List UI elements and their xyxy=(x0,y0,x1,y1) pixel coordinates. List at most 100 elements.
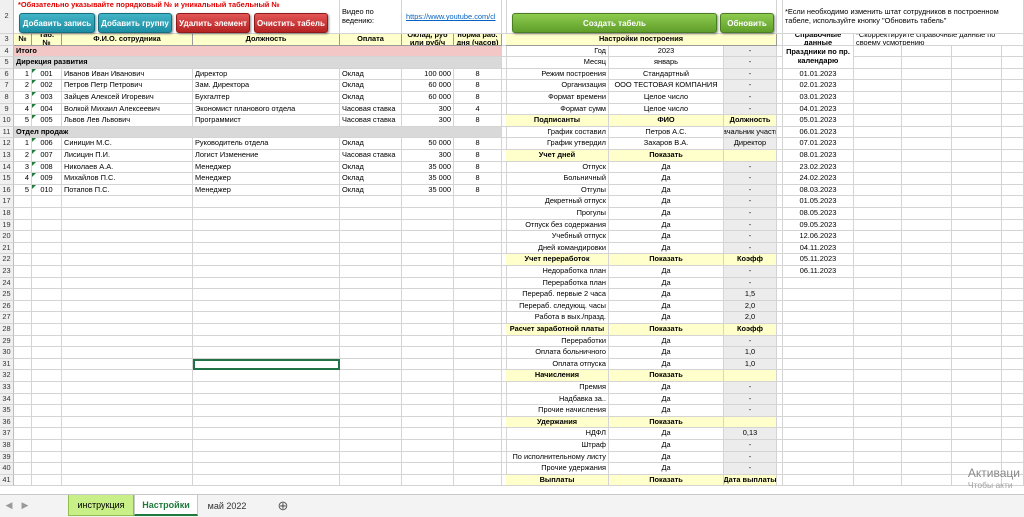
cell[interactable] xyxy=(952,219,1002,232)
cell[interactable] xyxy=(454,300,502,313)
cell[interactable] xyxy=(32,324,62,336)
cell[interactable] xyxy=(193,474,340,487)
cell[interactable] xyxy=(193,405,340,417)
cell[interactable] xyxy=(902,103,952,116)
cell[interactable] xyxy=(854,335,902,348)
cell[interactable] xyxy=(902,184,952,197)
employee-position-cell[interactable]: Руководитель отдела xyxy=(193,138,340,150)
cell[interactable] xyxy=(783,358,854,371)
cell[interactable] xyxy=(340,277,402,290)
tab-instruction[interactable]: инструкция xyxy=(68,495,134,516)
settings-extra-field[interactable]: 2,0 xyxy=(724,300,777,313)
cell[interactable] xyxy=(783,428,854,440)
cell[interactable] xyxy=(340,428,402,440)
cell[interactable] xyxy=(1002,440,1024,452)
cell[interactable] xyxy=(1002,289,1024,301)
employee-salary-cell[interactable]: 35 000 xyxy=(402,173,454,185)
cell[interactable] xyxy=(32,277,62,290)
employee-norm-cell[interactable]: 8 xyxy=(454,68,502,81)
cell[interactable] xyxy=(62,208,193,220)
cell[interactable] xyxy=(902,138,952,150)
cell[interactable] xyxy=(340,405,402,417)
row-header-15[interactable]: 15 xyxy=(0,173,14,185)
settings-extra-field[interactable]: - xyxy=(724,242,777,255)
cell[interactable] xyxy=(402,242,454,255)
cell[interactable] xyxy=(454,416,502,429)
cell[interactable] xyxy=(1002,45,1024,58)
cell[interactable] xyxy=(783,370,854,382)
cell[interactable] xyxy=(14,382,32,394)
employee-norm-cell[interactable]: 8 xyxy=(454,80,502,92)
employee-position-cell[interactable]: Менеджер xyxy=(193,184,340,197)
cell[interactable] xyxy=(902,324,952,336)
cell[interactable] xyxy=(854,358,902,371)
cell[interactable] xyxy=(1002,57,1024,69)
holiday-date-cell[interactable]: 08.03.2023 xyxy=(783,184,854,197)
cell[interactable] xyxy=(193,289,340,301)
employee-payment-cell[interactable]: Оклад xyxy=(340,173,402,185)
cell[interactable] xyxy=(902,126,952,139)
cell[interactable] xyxy=(340,242,402,255)
settings-extra-field[interactable]: - xyxy=(724,266,777,278)
cell[interactable] xyxy=(854,266,902,278)
cell[interactable] xyxy=(193,416,340,429)
settings-value-field[interactable]: Да xyxy=(609,335,724,348)
employee-fio-cell[interactable]: Волкой Михаил Алексеевич xyxy=(62,103,193,116)
cell[interactable] xyxy=(402,277,454,290)
cell[interactable] xyxy=(902,358,952,371)
cell[interactable] xyxy=(193,335,340,348)
cell[interactable] xyxy=(952,208,1002,220)
cell[interactable] xyxy=(902,45,952,58)
cell[interactable] xyxy=(854,92,902,104)
row-header-9[interactable]: 9 xyxy=(0,103,14,116)
employee-tab-cell[interactable]: 010 xyxy=(32,184,62,197)
row-header-32[interactable]: 32 xyxy=(0,370,14,382)
group-row[interactable]: Отдел продаж xyxy=(14,126,502,139)
cell[interactable] xyxy=(952,45,1002,58)
cell[interactable] xyxy=(952,126,1002,139)
add-group-button[interactable]: Добавить группу xyxy=(98,13,172,33)
cell[interactable] xyxy=(854,161,902,174)
cell[interactable] xyxy=(1002,428,1024,440)
cell[interactable] xyxy=(952,68,1002,81)
cell[interactable] xyxy=(1002,266,1024,278)
cell[interactable] xyxy=(14,277,32,290)
cell[interactable] xyxy=(340,289,402,301)
cell[interactable] xyxy=(454,335,502,348)
settings-value-field[interactable]: Да xyxy=(609,358,724,371)
cell[interactable] xyxy=(902,115,952,127)
cell[interactable] xyxy=(1002,370,1024,382)
employee-salary-cell[interactable]: 300 xyxy=(402,103,454,116)
cell[interactable] xyxy=(14,196,32,208)
row-header-40[interactable]: 40 xyxy=(0,463,14,475)
cell[interactable] xyxy=(340,219,402,232)
cell[interactable] xyxy=(952,382,1002,394)
cell[interactable] xyxy=(193,219,340,232)
settings-extra-field[interactable]: - xyxy=(724,277,777,290)
employee-num-cell[interactable]: 2 xyxy=(14,80,32,92)
employee-fio-cell[interactable]: Львов Лев Львович xyxy=(62,115,193,127)
cell[interactable] xyxy=(454,242,502,255)
cell[interactable] xyxy=(402,254,454,266)
cell[interactable] xyxy=(14,405,32,417)
settings-value-field[interactable]: Да xyxy=(609,277,724,290)
cell[interactable] xyxy=(854,219,902,232)
employee-norm-cell[interactable]: 8 xyxy=(454,150,502,162)
cell[interactable] xyxy=(193,208,340,220)
row-header-39[interactable]: 39 xyxy=(0,451,14,464)
cell[interactable] xyxy=(454,266,502,278)
cell[interactable] xyxy=(32,312,62,324)
cell[interactable] xyxy=(32,358,62,371)
cell[interactable] xyxy=(14,324,32,336)
cell[interactable] xyxy=(854,184,902,197)
cell[interactable] xyxy=(1002,382,1024,394)
cell[interactable] xyxy=(402,266,454,278)
cell[interactable] xyxy=(62,382,193,394)
cell[interactable] xyxy=(193,196,340,208)
settings-value-field[interactable]: Да xyxy=(609,242,724,255)
cell[interactable] xyxy=(62,219,193,232)
cell[interactable] xyxy=(1002,103,1024,116)
employee-fio-cell[interactable]: Петров Петр Петрович xyxy=(62,80,193,92)
settings-extra-field[interactable]: - xyxy=(724,219,777,232)
employee-fio-cell[interactable]: Потапов П.С. xyxy=(62,184,193,197)
